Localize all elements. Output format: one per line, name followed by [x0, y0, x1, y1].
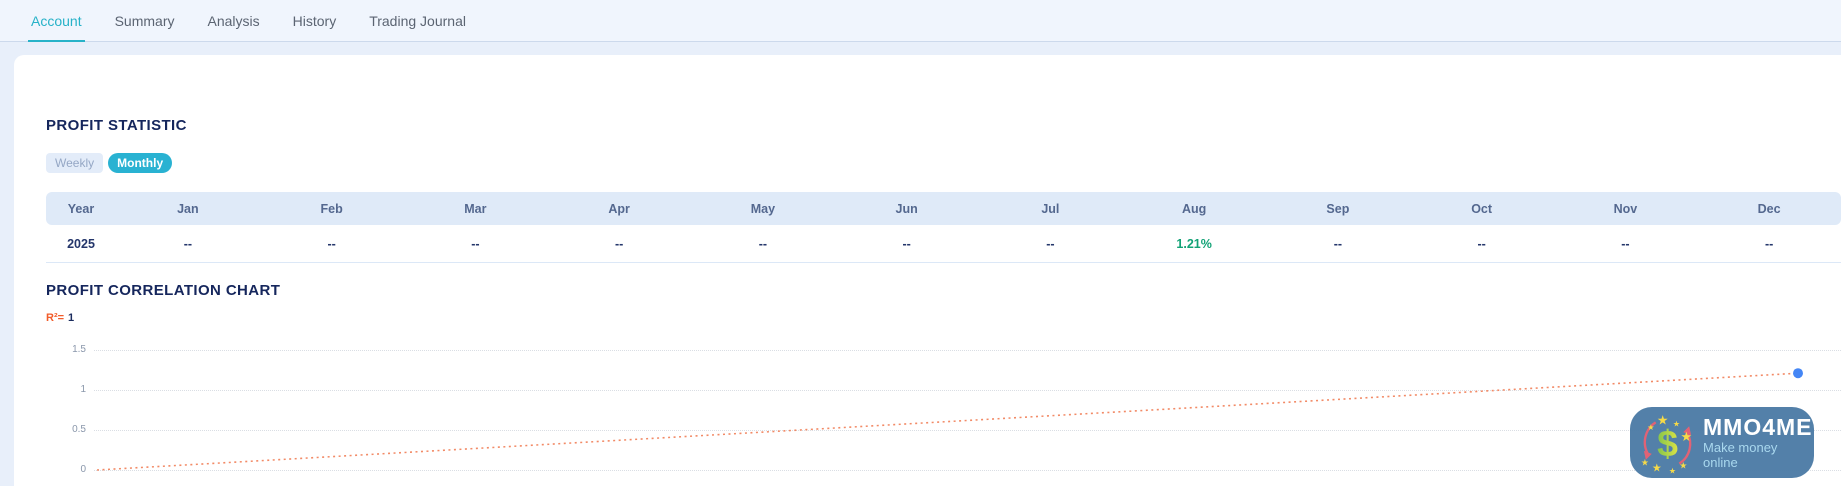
value-cell-aug: 1.21%: [1122, 225, 1266, 263]
content-card: PROFIT STATISTIC Weekly Monthly Year Jan F…: [14, 55, 1841, 486]
dollar-stars-icon: $ ★ ★ ★ ★ ★ ★ ★ ★: [1641, 412, 1692, 475]
r-squared-value: 1: [68, 312, 75, 324]
svg-text:★: ★: [1647, 423, 1654, 432]
tab-history[interactable]: History: [290, 0, 340, 42]
column-header-sep: Sep: [1266, 192, 1410, 225]
tab-analysis[interactable]: Analysis: [205, 0, 263, 42]
r-squared-label: R²=: [46, 312, 65, 324]
watermark-brand: MMO4ME: [1703, 414, 1813, 441]
column-header-dec: Dec: [1697, 192, 1841, 225]
value-cell-mar: --: [403, 225, 548, 263]
y-tick-label: 0: [80, 464, 86, 475]
svg-text:★: ★: [1657, 412, 1668, 427]
value-cell-sep: --: [1266, 225, 1410, 263]
tab-trading-journal[interactable]: Trading Journal: [366, 0, 469, 42]
y-tick-label: 1: [80, 384, 86, 395]
year-cell: 2025: [46, 225, 116, 263]
watermark-tagline: Make money online: [1703, 439, 1778, 470]
svg-text:★: ★: [1679, 460, 1687, 470]
monthly-toggle-button[interactable]: Monthly: [108, 153, 173, 174]
svg-text:★: ★: [1669, 466, 1676, 474]
value-cell-feb: --: [259, 225, 404, 263]
svg-text:★: ★: [1652, 462, 1662, 474]
column-header-apr: Apr: [547, 192, 691, 225]
tab-account[interactable]: Account: [28, 0, 85, 42]
page: Account Summary Analysis History Trading Jou…: [0, 0, 1841, 486]
profit-table-body: 2025 -- -- -- -- -- -- -- 1.21% -- -- -- --: [46, 225, 1841, 263]
svg-text:★: ★: [1680, 429, 1691, 444]
column-header-jan: Jan: [116, 192, 260, 225]
mmo4me-watermark: $ ★ ★ ★ ★ ★ ★ ★ ★ MMO4ME Make money onli…: [1630, 407, 1814, 478]
profit-correlation-title: PROFIT CORRELATION CHART: [46, 282, 281, 299]
profit-table: Year Jan Feb Mar Apr May Jun Jul Aug Sep Oct Nov Dec…: [46, 192, 1841, 263]
value-cell-apr: --: [547, 225, 691, 263]
svg-text:★: ★: [1641, 457, 1649, 467]
column-header-mar: Mar: [403, 192, 548, 225]
period-toggle: Weekly Monthly: [46, 153, 173, 174]
value-cell-jul: --: [978, 225, 1123, 263]
value-cell-jun: --: [834, 225, 979, 263]
value-cell-nov: --: [1553, 225, 1698, 263]
trend-line: [96, 372, 1799, 471]
profit-table-header: Year Jan Feb Mar Apr May Jun Jul Aug Sep Oct Nov Dec: [46, 192, 1841, 225]
tab-summary[interactable]: Summary: [112, 0, 178, 42]
y-tick-label: 1.5: [72, 344, 86, 355]
svg-text:★: ★: [1673, 419, 1680, 428]
value-cell-oct: --: [1409, 225, 1554, 263]
weekly-toggle-button[interactable]: Weekly: [46, 153, 104, 174]
data-point[interactable]: [1793, 368, 1803, 379]
r-squared-annotation: R²= 1: [46, 312, 74, 324]
column-header-may: May: [691, 192, 835, 225]
value-cell-jan: --: [116, 225, 260, 263]
column-header-jul: Jul: [978, 192, 1123, 225]
column-header-feb: Feb: [259, 192, 404, 225]
column-header-jun: Jun: [834, 192, 979, 225]
table-row: 2025 -- -- -- -- -- -- -- 1.21% -- -- -- --: [46, 225, 1841, 263]
value-cell-dec: --: [1697, 225, 1841, 263]
profit-statistic-title: PROFIT STATISTIC: [46, 117, 187, 134]
y-tick-label: 0.5: [72, 424, 86, 435]
correlation-chart: -0.500.511.501: [72, 337, 1841, 486]
column-header-aug: Aug: [1122, 192, 1266, 225]
column-header-nov: Nov: [1553, 192, 1698, 225]
column-header-year: Year: [46, 192, 116, 225]
column-header-oct: Oct: [1409, 192, 1554, 225]
value-cell-may: --: [691, 225, 835, 263]
tab-bar: Account Summary Analysis History Trading Jou…: [0, 0, 1841, 42]
